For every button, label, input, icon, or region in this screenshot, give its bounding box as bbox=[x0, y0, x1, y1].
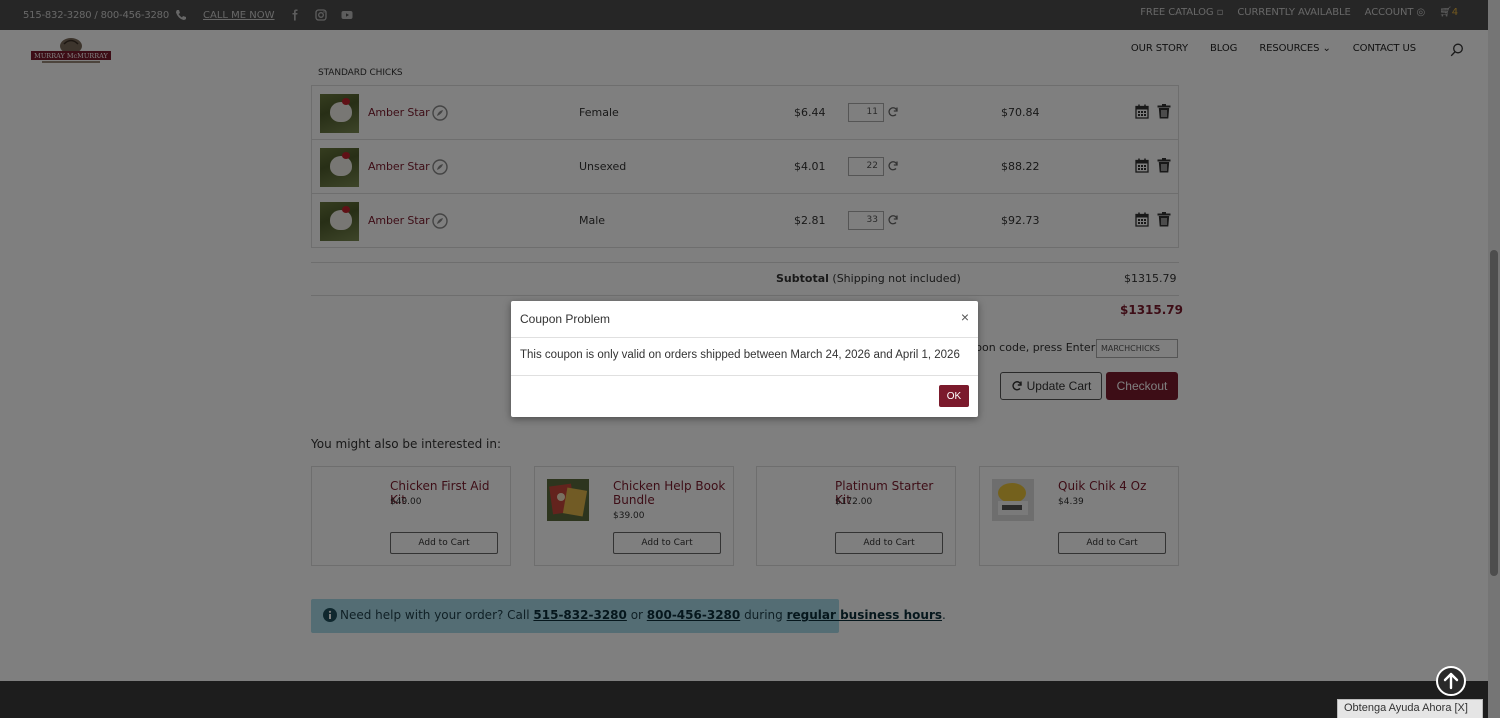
ok-button[interactable]: OK bbox=[939, 385, 969, 407]
arrow-up-icon bbox=[1443, 672, 1459, 690]
divider bbox=[511, 337, 978, 338]
scroll-to-top-button[interactable] bbox=[1436, 666, 1466, 696]
close-icon[interactable]: × bbox=[961, 309, 969, 325]
divider bbox=[511, 375, 978, 376]
coupon-problem-dialog: Coupon Problem × This coupon is only val… bbox=[511, 301, 978, 417]
chat-help-tab[interactable]: Obtenga Ayuda Ahora [X] bbox=[1337, 699, 1483, 718]
dialog-message: This coupon is only valid on orders ship… bbox=[520, 349, 960, 361]
dialog-title: Coupon Problem bbox=[520, 312, 611, 326]
